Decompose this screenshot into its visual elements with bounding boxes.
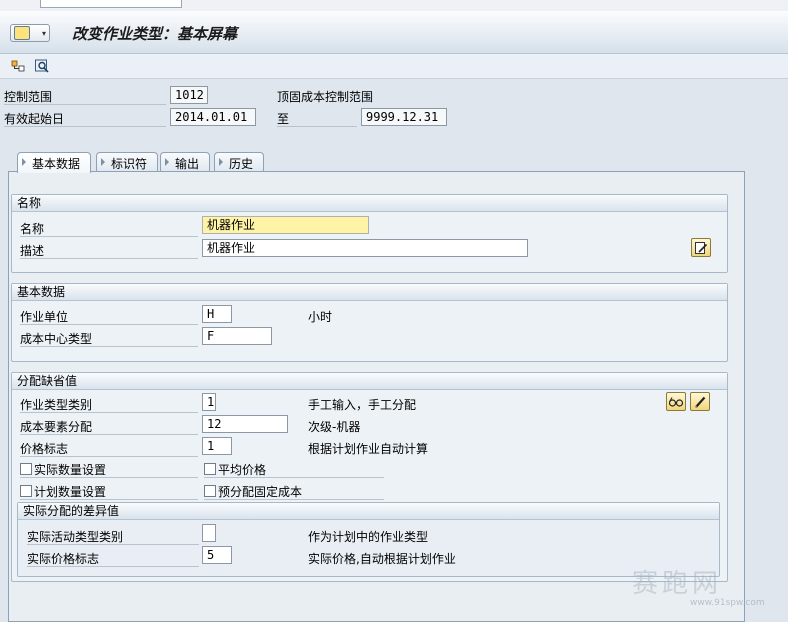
edit-note-icon [695, 241, 708, 254]
average-price-label: 平均价格 [218, 463, 267, 477]
controlling-area-field: 1012 [170, 86, 208, 104]
tab-basic-data[interactable]: 基本数据 [17, 152, 92, 173]
controlling-area-label: 控制范围 [4, 90, 53, 104]
tab-indicators[interactable]: 标识符 [96, 152, 159, 172]
group-basic-data: 基本数据 [11, 283, 728, 362]
plan-qty-set-checkbox[interactable] [20, 485, 32, 497]
label-underline [20, 346, 198, 347]
average-price-checkbox[interactable] [204, 463, 216, 475]
name-input[interactable]: 机器作业 [202, 216, 369, 234]
activity-unit-input[interactable]: H [202, 305, 232, 323]
label-underline [27, 566, 199, 567]
group-title: 基本数据 [12, 284, 727, 301]
page-title: 改变作业类型：基本屏幕 [72, 25, 238, 43]
price-indicator-label: 价格标志 [20, 442, 69, 456]
label-underline [20, 434, 198, 435]
activity-type-category-label: 作业类型类别 [20, 398, 93, 412]
actual-activity-type-category-input[interactable] [202, 524, 216, 542]
activity-unit-text: 小时 [308, 310, 333, 324]
label-underline [20, 412, 198, 413]
cost-center-type-input[interactable]: F [202, 327, 272, 345]
menu-icon [14, 26, 30, 40]
title-bar: ▾ 改变作业类型：基本屏幕 [0, 11, 788, 54]
label-underline [20, 456, 198, 457]
activity-type-category-text: 手工输入，手工分配 [308, 398, 417, 412]
actual-activity-type-category-text: 作为计划中的作业类型 [308, 530, 429, 544]
label-underline [20, 477, 198, 478]
label-underline [204, 499, 384, 500]
valid-from-field: 2014.01.01 [170, 108, 256, 126]
actual-qty-set-checkbox[interactable] [20, 463, 32, 475]
cost-element-assignment-text: 次级-机器 [308, 420, 361, 434]
activity-type-category-input[interactable]: 1 [202, 393, 216, 411]
price-indicator-text: 根据计划作业自动计算 [308, 442, 429, 456]
valid-to-field: 9999.12.31 [361, 108, 447, 126]
group-title: 名称 [12, 195, 727, 212]
predistribution-fixed-costs-label: 预分配固定成本 [218, 485, 303, 499]
actual-price-indicator-input[interactable]: 5 [202, 546, 232, 564]
actual-activity-type-category-label: 实际活动类型类别 [27, 530, 124, 544]
label-underline [204, 477, 384, 478]
glasses-display-button[interactable] [666, 392, 686, 411]
command-field[interactable] [40, 0, 182, 8]
cost-center-type-label: 成本中心类型 [20, 332, 93, 346]
group-name: 名称 [11, 194, 728, 273]
group-title: 实际分配的差异值 [18, 503, 719, 520]
name-label: 名称 [20, 222, 45, 236]
label-underline [277, 126, 357, 127]
group-title: 分配缺省值 [12, 373, 727, 390]
label-underline [20, 324, 198, 325]
actual-price-indicator-text: 实际价格,自动根据计划作业 [308, 552, 456, 566]
actual-price-indicator-label: 实际价格标志 [27, 552, 100, 566]
long-text-edit-button[interactable] [691, 238, 711, 257]
predistribution-fixed-costs-checkbox[interactable] [204, 485, 216, 497]
activity-unit-label: 作业单位 [20, 310, 69, 324]
label-underline [4, 104, 166, 105]
label-underline [20, 499, 198, 500]
controlling-area-description: 顶固成本控制范围 [277, 90, 374, 104]
actual-qty-set-label: 实际数量设置 [34, 463, 107, 477]
system-menu-button[interactable]: ▾ [10, 24, 50, 42]
plan-qty-set-label: 计划数量设置 [34, 485, 107, 499]
pencil-icon [694, 396, 706, 408]
label-underline [20, 236, 198, 237]
description-label: 描述 [20, 244, 45, 258]
chevron-down-icon: ▾ [41, 28, 46, 38]
label-underline [20, 258, 198, 259]
description-input[interactable]: 机器作业 [202, 239, 528, 257]
tab-history[interactable]: 历史 [214, 152, 265, 172]
valid-from-label: 有效起始日 [4, 112, 65, 126]
price-indicator-input[interactable]: 1 [202, 437, 232, 455]
application-toolbar [0, 54, 788, 79]
watermark-url: www.91spw.com [690, 598, 765, 608]
valid-to-label: 至 [277, 112, 290, 126]
edit-button[interactable] [690, 392, 710, 411]
hierarchy-icon[interactable] [10, 58, 26, 74]
tab-output[interactable]: 输出 [160, 152, 211, 172]
watermark-logo: 赛跑网 [632, 569, 723, 599]
label-underline [4, 126, 166, 127]
cost-element-assignment-label: 成本要素分配 [20, 420, 93, 434]
display-search-icon[interactable] [34, 58, 50, 74]
cost-element-assignment-input[interactable]: 12 [202, 415, 288, 433]
label-underline [27, 544, 199, 545]
glasses-icon [668, 396, 684, 407]
